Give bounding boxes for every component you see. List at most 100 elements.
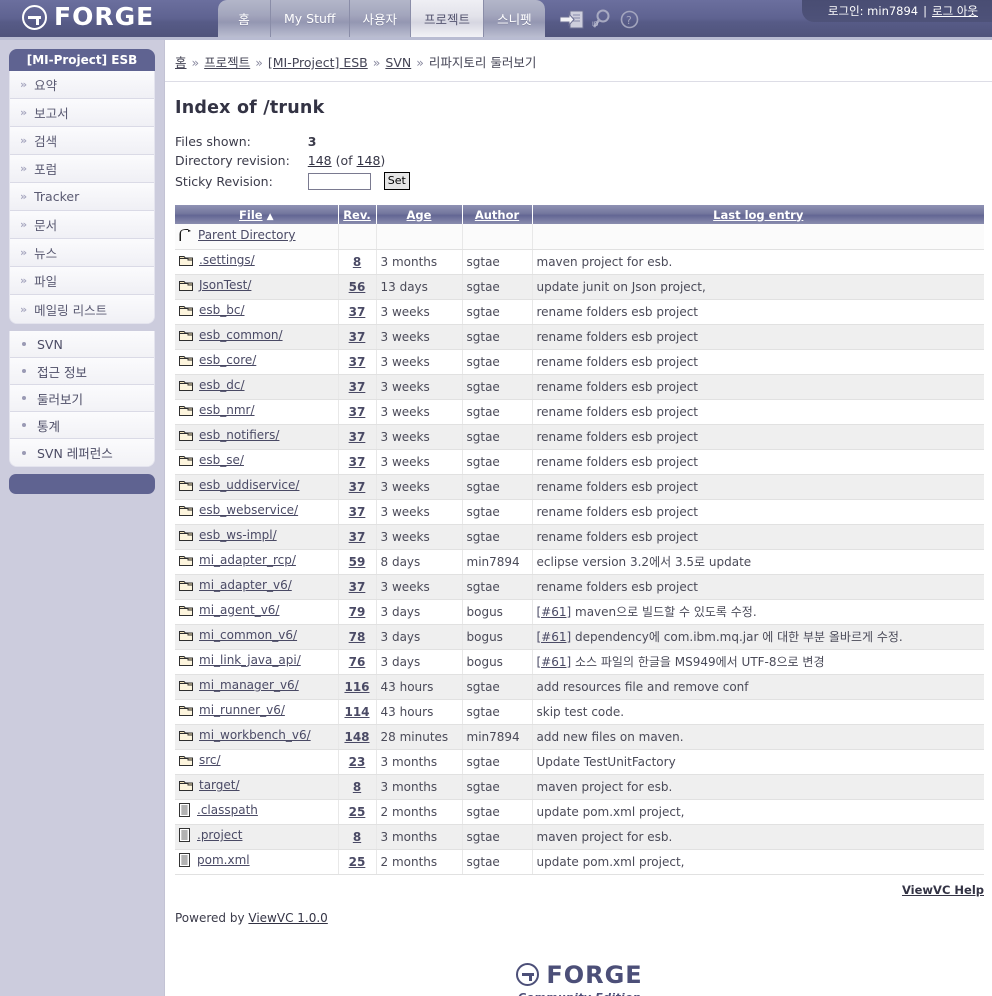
table-row[interactable]: esb_common/37 3 weeks sgtae rename folders … <box>175 324 984 350</box>
table-row[interactable]: mi_adapter_rcp/59 8 days min7894 eclipse ve… <box>175 549 984 575</box>
column-header-author[interactable]: Author <box>462 205 533 224</box>
file-link[interactable]: .settings/ <box>199 253 255 267</box>
file-link[interactable]: esb_notifiers/ <box>199 428 279 442</box>
revision-link[interactable]: 8 <box>353 830 361 844</box>
file-link[interactable]: mi_workbench_v6/ <box>199 728 311 742</box>
file-link[interactable]: esb_ws-impl/ <box>199 528 277 542</box>
breadcrumb-item-3[interactable]: SVN <box>385 55 411 70</box>
sidebar-subitem-4[interactable]: SVN 레퍼런스 <box>10 439 154 466</box>
sidebar-item-1[interactable]: » 보고서 <box>10 99 154 127</box>
file-link[interactable]: src/ <box>199 753 221 767</box>
sidebar-item-5[interactable]: » 문서 <box>10 211 154 239</box>
sidebar-item-6[interactable]: » 뉴스 <box>10 239 154 267</box>
sidebar-subitem-1[interactable]: 접근 정보 <box>10 358 154 385</box>
table-row[interactable]: esb_webservice/37 3 weeks sgtae rename fold… <box>175 499 984 525</box>
set-sticky-revision-button[interactable]: Set <box>383 172 410 190</box>
sidebar-item-8[interactable]: » 메일링 리스트 <box>10 295 154 323</box>
file-link[interactable]: esb_nmr/ <box>199 403 255 417</box>
revision-link[interactable]: 76 <box>349 655 366 669</box>
revision-link[interactable]: 37 <box>349 380 366 394</box>
file-link[interactable]: mi_manager_v6/ <box>199 678 299 692</box>
sidebar-subitem-3[interactable]: 통계 <box>10 412 154 439</box>
column-header-author-label[interactable]: Author <box>475 208 519 222</box>
sidebar-item-7[interactable]: » 파일 <box>10 267 154 295</box>
logout-link[interactable]: 로그 아웃 <box>932 3 978 19</box>
revision-link[interactable]: 25 <box>349 855 366 869</box>
table-row[interactable]: src/23 3 months sgtae Update TestUnitFactor… <box>175 749 984 775</box>
nav-tab-3[interactable]: 프로젝트 <box>411 0 485 37</box>
column-header-file[interactable]: File ▲ <box>175 205 339 224</box>
directory-revision-of-link[interactable]: 148 <box>357 153 381 168</box>
revision-link[interactable]: 37 <box>349 505 366 519</box>
viewvc-version-link[interactable]: ViewVC 1.0.0 <box>248 911 327 925</box>
revision-link[interactable]: 37 <box>349 330 366 344</box>
table-row[interactable]: mi_common_v6/78 3 days bogus [#61] dependen… <box>175 624 984 650</box>
table-row[interactable]: mi_runner_v6/114 43 hours sgtae skip test c… <box>175 699 984 725</box>
file-link[interactable]: .classpath <box>197 803 258 817</box>
revision-link[interactable]: 8 <box>353 780 361 794</box>
file-link[interactable]: esb_webservice/ <box>199 503 298 517</box>
table-row[interactable]: esb_dc/37 3 weeks sgtae rename folders esb … <box>175 374 984 400</box>
submit-page-icon[interactable] <box>559 10 584 32</box>
file-link[interactable]: mi_link_java_api/ <box>199 653 301 667</box>
breadcrumb-item-1[interactable]: 프로젝트 <box>204 55 250 70</box>
revision-link[interactable]: 59 <box>349 555 366 569</box>
file-link[interactable]: esb_se/ <box>199 453 244 467</box>
file-link[interactable]: mi_runner_v6/ <box>199 703 285 717</box>
file-link[interactable]: .project <box>197 828 242 842</box>
table-row[interactable]: mi_agent_v6/79 3 days bogus [#61] maven으로 빌… <box>175 599 984 625</box>
file-link[interactable]: mi_adapter_v6/ <box>199 578 292 592</box>
sidebar-item-2[interactable]: » 검색 <box>10 127 154 155</box>
table-row[interactable]: mi_link_java_api/76 3 days bogus [#61] 소스 파… <box>175 649 984 675</box>
table-row[interactable]: esb_ws-impl/37 3 weeks sgtae rename folders… <box>175 524 984 550</box>
nav-tab-4[interactable]: 스니펫 <box>484 0 545 37</box>
table-row[interactable]: .project 8 3 months sgtae maven project for … <box>175 824 984 850</box>
forge-logo[interactable]: FORGE <box>22 2 154 31</box>
file-link[interactable]: target/ <box>199 778 240 792</box>
sticky-revision-input[interactable] <box>307 172 371 190</box>
file-link[interactable]: mi_agent_v6/ <box>199 603 279 617</box>
directory-revision-link[interactable]: 148 <box>308 153 332 168</box>
revision-link[interactable]: 37 <box>349 430 366 444</box>
revision-link[interactable]: 114 <box>344 705 369 719</box>
table-row[interactable]: JsonTest/56 13 days sgtae update junit on J… <box>175 274 984 300</box>
revision-link[interactable]: 78 <box>349 630 366 644</box>
sidebar-item-0[interactable]: » 요약 <box>10 71 154 99</box>
column-header-rev[interactable]: Rev. <box>338 205 377 224</box>
table-row[interactable]: mi_manager_v6/116 43 hours sgtae add resour… <box>175 674 984 700</box>
table-row[interactable]: .settings/8 3 months sgtae maven project fo… <box>175 249 984 275</box>
revision-link[interactable]: 148 <box>344 730 369 744</box>
breadcrumb-item-0[interactable]: 홈 <box>175 55 187 70</box>
revision-link[interactable]: 37 <box>349 405 366 419</box>
table-row[interactable]: target/8 3 months sgtae maven project for e… <box>175 774 984 800</box>
help-icon[interactable]: ? <box>620 10 639 32</box>
nav-tab-1[interactable]: My Stuff <box>271 0 350 37</box>
ticket-link[interactable]: [#61] <box>537 605 572 619</box>
revision-link[interactable]: 37 <box>349 480 366 494</box>
column-header-age[interactable]: Age <box>376 205 463 224</box>
revision-link[interactable]: 56 <box>349 280 366 294</box>
sidebar-item-3[interactable]: » 포럼 <box>10 155 154 183</box>
table-row[interactable]: .classpath 25 2 months sgtae update pom.xml … <box>175 799 984 825</box>
parent-directory-link[interactable]: Parent Directory <box>198 228 296 242</box>
column-header-rev-label[interactable]: Rev. <box>343 208 371 222</box>
revision-link[interactable]: 8 <box>353 255 361 269</box>
revision-link[interactable]: 37 <box>349 305 366 319</box>
sidebar-subitem-0[interactable]: SVN <box>10 331 154 358</box>
sidebar-item-4[interactable]: » Tracker <box>10 183 154 211</box>
table-row[interactable]: esb_notifiers/37 3 weeks sgtae rename folde… <box>175 424 984 450</box>
revision-link[interactable]: 116 <box>344 680 369 694</box>
table-row[interactable]: esb_core/37 3 weeks sgtae rename folders es… <box>175 349 984 375</box>
file-link[interactable]: esb_dc/ <box>199 378 245 392</box>
table-row[interactable]: esb_uddiservice/37 3 weeks sgtae rename fol… <box>175 474 984 500</box>
file-link[interactable]: pom.xml <box>197 853 250 867</box>
parent-directory-row[interactable]: Parent Directory <box>175 224 984 250</box>
table-row[interactable]: esb_se/37 3 weeks sgtae rename folders esb … <box>175 449 984 475</box>
column-header-age-label[interactable]: Age <box>407 208 432 222</box>
table-row[interactable]: esb_bc/37 3 weeks sgtae rename folders esb … <box>175 299 984 325</box>
revision-link[interactable]: 37 <box>349 530 366 544</box>
file-link[interactable]: esb_uddiservice/ <box>199 478 299 492</box>
file-link[interactable]: JsonTest/ <box>199 278 251 292</box>
table-row[interactable]: esb_nmr/37 3 weeks sgtae rename folders esb… <box>175 399 984 425</box>
file-link[interactable]: mi_adapter_rcp/ <box>199 553 296 567</box>
